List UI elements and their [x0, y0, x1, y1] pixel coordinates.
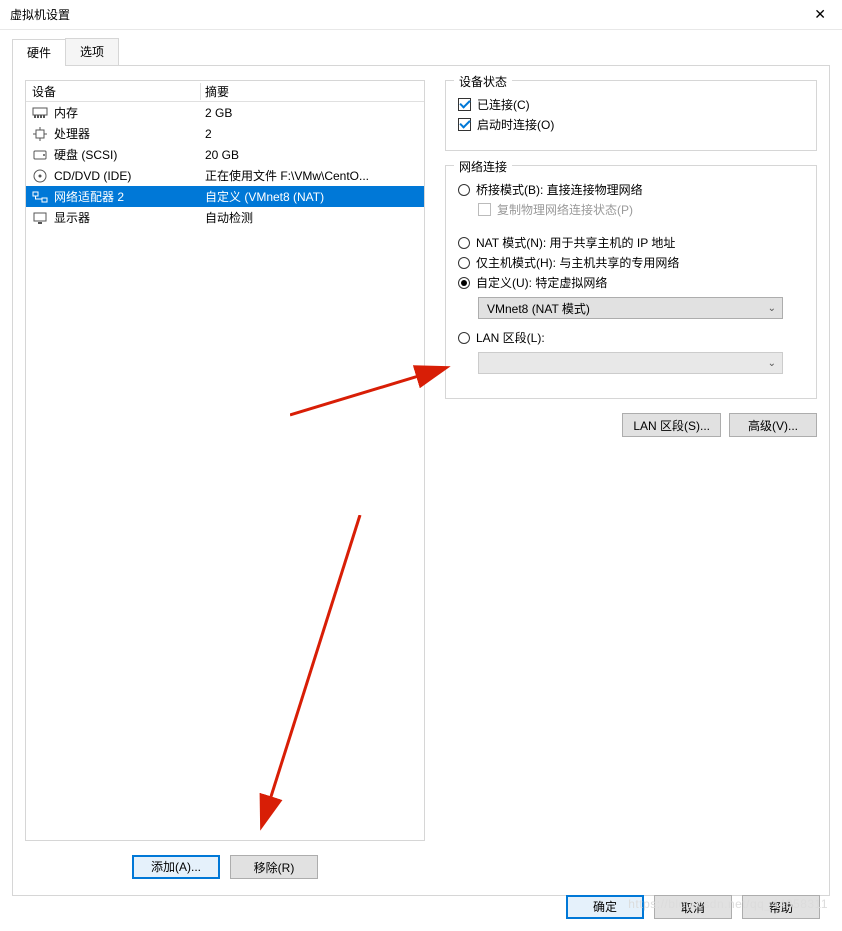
bridged-label: 桥接模式(B): 直接连接物理网络 [476, 181, 643, 198]
chevron-down-icon: ⌄ [768, 358, 776, 369]
radio-icon[interactable] [458, 184, 470, 196]
device-row-processor[interactable]: 处理器 2 [26, 123, 424, 144]
device-row-network[interactable]: 网络适配器 2 自定义 (VMnet8 (NAT) [26, 186, 424, 207]
footer-buttons: 确定 取消 帮助 [566, 895, 820, 919]
left-buttons: 添加(A)... 移除(R) [25, 855, 425, 879]
col-summary[interactable]: 摘要 [201, 83, 424, 100]
lan-segment-select: ⌄ [478, 352, 783, 374]
connect-on-start-label: 启动时连接(O) [477, 116, 554, 133]
add-button[interactable]: 添加(A)... [132, 855, 220, 879]
tab-hardware[interactable]: 硬件 [12, 39, 66, 66]
device-label: CD/DVD (IDE) [54, 169, 131, 183]
device-label: 内存 [54, 104, 78, 121]
device-label: 硬盘 (SCSI) [54, 146, 117, 163]
network-connection-legend: 网络连接 [454, 158, 512, 175]
device-summary: 自定义 (VMnet8 (NAT) [201, 188, 424, 205]
remove-button[interactable]: 移除(R) [230, 855, 318, 879]
cd-icon [32, 169, 48, 183]
radio-nat[interactable]: NAT 模式(N): 用于共享主机的 IP 地址 [458, 234, 804, 251]
device-row-display[interactable]: 显示器 自动检测 [26, 207, 424, 228]
device-list: 设备 摘要 内存 2 GB [25, 80, 425, 841]
device-row-harddisk[interactable]: 硬盘 (SCSI) 20 GB [26, 144, 424, 165]
window-title: 虚拟机设置 [10, 6, 70, 23]
radio-icon[interactable] [458, 277, 470, 289]
custom-network-value: VMnet8 (NAT 模式) [487, 300, 590, 317]
device-row-cddvd[interactable]: CD/DVD (IDE) 正在使用文件 F:\VMw\CentO... [26, 165, 424, 186]
tab-options-label: 选项 [80, 45, 104, 59]
tab-options[interactable]: 选项 [65, 38, 119, 65]
radio-custom[interactable]: 自定义(U): 特定虚拟网络 [458, 274, 804, 291]
device-status-legend: 设备状态 [454, 73, 512, 90]
replicate-checkbox-row: 复制物理网络连接状态(P) [478, 201, 804, 218]
connected-label: 已连接(C) [477, 96, 530, 113]
hostonly-label: 仅主机模式(H): 与主机共享的专用网络 [476, 254, 679, 271]
tab-hardware-label: 硬件 [27, 46, 51, 60]
device-label: 处理器 [54, 125, 90, 142]
device-summary: 20 GB [201, 148, 424, 162]
cancel-button[interactable]: 取消 [654, 895, 732, 919]
help-button[interactable]: 帮助 [742, 895, 820, 919]
disk-icon [32, 148, 48, 162]
checkbox-icon[interactable] [458, 98, 471, 111]
radio-icon[interactable] [458, 237, 470, 249]
radio-lan[interactable]: LAN 区段(L): [458, 329, 804, 346]
device-row-memory[interactable]: 内存 2 GB [26, 102, 424, 123]
custom-label: 自定义(U): 特定虚拟网络 [476, 274, 607, 291]
device-summary: 2 GB [201, 106, 424, 120]
checkbox-icon [478, 203, 491, 216]
network-connection-group: 网络连接 桥接模式(B): 直接连接物理网络 复制物理网络连接状态(P) NAT… [445, 165, 817, 399]
device-status-group: 设备状态 已连接(C) 启动时连接(O) [445, 80, 817, 151]
col-device[interactable]: 设备 [26, 83, 201, 100]
nat-label: NAT 模式(N): 用于共享主机的 IP 地址 [476, 234, 675, 251]
device-list-header: 设备 摘要 [26, 81, 424, 102]
network-icon [32, 190, 48, 204]
lan-label: LAN 区段(L): [476, 329, 545, 346]
device-label: 网络适配器 2 [54, 188, 124, 205]
advanced-button[interactable]: 高级(V)... [729, 413, 817, 437]
tab-bar: 硬件 选项 [12, 38, 830, 66]
device-label: 显示器 [54, 209, 90, 226]
custom-network-select[interactable]: VMnet8 (NAT 模式) ⌄ [478, 297, 783, 319]
checkbox-icon[interactable] [458, 118, 471, 131]
device-summary: 正在使用文件 F:\VMw\CentO... [201, 167, 424, 184]
connect-on-start-checkbox-row[interactable]: 启动时连接(O) [458, 116, 804, 133]
chevron-down-icon: ⌄ [768, 303, 776, 314]
titlebar: 虚拟机设置 ✕ [0, 0, 842, 30]
panels: 设备 摘要 内存 2 GB [12, 66, 830, 896]
right-column: 设备状态 已连接(C) 启动时连接(O) 网络连接 桥接模式(B): 直接连接物… [425, 80, 817, 879]
left-column: 设备 摘要 内存 2 GB [25, 80, 425, 879]
monitor-icon [32, 211, 48, 225]
device-summary: 2 [201, 127, 424, 141]
radio-icon[interactable] [458, 257, 470, 269]
device-summary: 自动检测 [201, 209, 424, 226]
dialog-content: 硬件 选项 设备 摘要 内存 2 GB [0, 30, 842, 904]
lan-segments-button[interactable]: LAN 区段(S)... [622, 413, 721, 437]
memory-icon [32, 106, 48, 120]
connected-checkbox-row[interactable]: 已连接(C) [458, 96, 804, 113]
ok-button[interactable]: 确定 [566, 895, 644, 919]
radio-icon[interactable] [458, 332, 470, 344]
radio-bridged[interactable]: 桥接模式(B): 直接连接物理网络 [458, 181, 804, 198]
replicate-label: 复制物理网络连接状态(P) [497, 201, 633, 218]
right-buttons: LAN 区段(S)... 高级(V)... [445, 413, 817, 437]
close-icon[interactable]: ✕ [806, 2, 834, 27]
radio-hostonly[interactable]: 仅主机模式(H): 与主机共享的专用网络 [458, 254, 804, 271]
cpu-icon [32, 127, 48, 141]
